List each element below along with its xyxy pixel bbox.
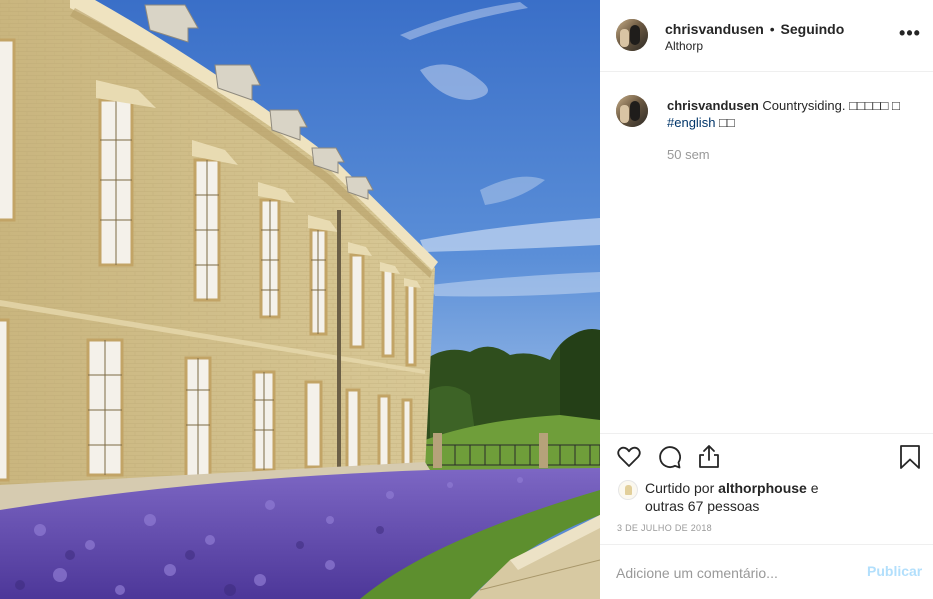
liker-avatar[interactable] [618, 480, 638, 500]
actions-section: Curtido por althorphouse e outras 67 pes… [600, 433, 933, 599]
manor-house-lavender-image [0, 0, 600, 599]
heart-outline-icon[interactable] [615, 443, 643, 471]
follow-status-button[interactable]: Seguindo [781, 21, 845, 37]
caption-avatar[interactable] [616, 95, 648, 127]
location-link[interactable]: Althorp [665, 39, 703, 53]
comment-input[interactable] [616, 562, 846, 584]
caption-time-ago[interactable]: 50 sem [667, 147, 710, 162]
separator-dot: • [769, 21, 775, 37]
hashtag-link[interactable]: #english [667, 115, 715, 130]
username-link[interactable]: chrisvandusen [665, 21, 764, 37]
likes-summary: Curtido por althorphouse e outras 67 pes… [645, 479, 845, 515]
speech-bubble-icon[interactable] [655, 443, 683, 471]
post-side-panel: chrisvandusen • Seguindo Althorp ••• chr… [600, 0, 933, 599]
more-options-icon[interactable]: ••• [898, 24, 922, 48]
caption: chrisvandusen Countrysiding. □□□□□ □ #en… [667, 97, 915, 131]
caption-trailing: □□ [715, 115, 735, 130]
bookmark-icon[interactable] [896, 443, 924, 471]
add-comment-bar: Publicar [600, 544, 933, 599]
post-date[interactable]: 3 DE JULHO DE 2018 [617, 523, 712, 533]
caption-username-link[interactable]: chrisvandusen [667, 98, 759, 113]
avatar[interactable] [616, 19, 648, 51]
likes-prefix: Curtido por [645, 480, 719, 496]
header-user-line: chrisvandusen • Seguindo [665, 21, 844, 37]
caption-text: Countrysiding. □□□□□ □ [758, 98, 900, 113]
liker-username-link[interactable]: althorphouse [718, 480, 807, 496]
share-icon[interactable] [695, 443, 723, 471]
comments-section: chrisvandusen Countrysiding. □□□□□ □ #en… [600, 73, 933, 433]
post-photo[interactable] [0, 0, 600, 599]
publish-button[interactable]: Publicar [867, 563, 922, 579]
post-header: chrisvandusen • Seguindo Althorp ••• [600, 0, 933, 72]
